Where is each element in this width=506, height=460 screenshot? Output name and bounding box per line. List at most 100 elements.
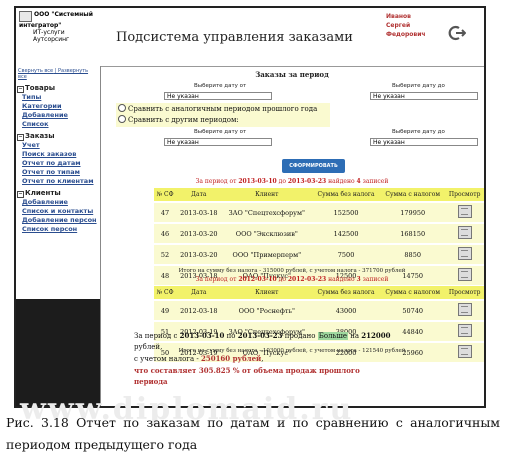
radio-other-period[interactable]: Сравнить с другим периодом: [118,115,239,124]
sidebar-item-client-list[interactable]: Список и контакты [16,207,100,216]
column-header: Клиент [221,286,313,300]
sidebar-item-report-by-dates[interactable]: Отчет по датам [16,159,100,168]
table-row: 47 2013-03-18 ЗАО "Спецтехсфорум" 152500 179… [154,201,484,223]
view-document-icon[interactable] [457,324,472,337]
table-row: 46 2013-03-20 ООО "Эксклюзив" 142500 168150 [154,222,484,244]
view-cell [445,222,484,244]
generate-report-button[interactable]: СФОРМИРОВАТЬ ОТЧЕТ [282,159,345,183]
date2-to-input[interactable]: Не указан [370,138,478,146]
table-cell: 142500 [312,222,381,244]
summary-line-3: что составляет 305.825 % от объема прода… [134,366,360,386]
sidebar-item-person-list[interactable]: Список персон [16,225,100,234]
table-cell: 43000 [312,299,381,321]
user-middle-name: Федорович [386,31,426,38]
date-from-label: Выберите дату от [194,83,247,89]
sidebar-item-categories[interactable]: Категории [16,102,100,111]
table-cell: 168150 [380,222,446,244]
company-brand: ООО "Системный интегратор" ИТ-услуги Аут… [19,11,115,43]
figure-caption: Рис. 3.18 Отчет по заказам по датам и по… [6,415,500,452]
sidebar-item-report-by-types[interactable]: Отчет по типам [16,168,100,177]
sidebar-group-clients[interactable]: − Клиенты [16,189,100,198]
compare-options: Сравнить с аналогичным периодом прошлого… [116,103,330,127]
company-tagline-2: Аутсорсинг [33,36,70,43]
view-cell [445,320,484,342]
view-document-icon[interactable] [457,247,472,260]
column-header: Сумма без налога [312,286,381,300]
view-document-icon[interactable] [457,226,472,239]
user-first-name: Сергей [386,22,411,29]
date-from-input[interactable]: Не указан [164,92,272,100]
radio-same-period[interactable]: Сравнить с аналогичным периодом прошлого… [118,104,317,113]
company-logo-icon [19,11,32,22]
period2-caption: За период от 2012-03-10 до 2012-03-23 на… [195,276,389,283]
table-cell: 50740 [380,299,446,321]
table-cell: 179950 [380,201,446,223]
table-row: 52 2013-03-20 ООО "Примерперм" 7500 8850 [154,243,484,265]
table-cell: 8850 [380,243,446,265]
table-cell: ЗАО "Спецтехсфорум" [221,201,313,223]
column-header: Сумма с налогом [380,188,446,202]
collapse-icon[interactable]: − [17,86,24,93]
table-cell: 47 [154,201,177,223]
table-row: 49 2012-03-18 ООО "Роснефть" 43000 50740 [154,299,484,321]
sidebar: Свернуть все | Развернуть все − Товары Ти… [16,66,101,406]
date2-to-label: Выберите дату до [392,129,445,135]
table-cell: ООО "Роснефть" [221,299,313,321]
table-cell: ООО "Эксклюзив" [221,222,313,244]
sidebar-group-orders[interactable]: − Заказы [16,132,100,141]
total-current: Итого на сумму без налога - 315000 рубле… [178,268,406,274]
date-to-label: Выберите дату до [392,83,445,89]
summary-highlight: Больше [317,332,348,340]
table-cell: 52 [154,243,177,265]
sidebar-item-order-search[interactable]: Поиск заказов [16,150,100,159]
sidebar-item-types[interactable]: Типы [16,93,100,102]
table-cell: 46 [154,222,177,244]
radio-circle[interactable] [118,104,126,112]
column-header: Дата [176,286,222,300]
table-cell: 2013-03-18 [176,201,222,223]
column-header: Дата [176,188,222,202]
summary-line-1: За период с 2013-03-10 по 2013-03-23 про… [134,331,391,351]
table-cell: 2013-03-20 [176,243,222,265]
column-header: Клиент [221,188,313,202]
period1-caption: За период от 2013-03-10 до 2013-03-23 на… [195,178,389,185]
column-header: Сумма без налога [312,188,381,202]
view-cell [445,299,484,321]
sidebar-item-accounting[interactable]: Учет [16,141,100,150]
table-cell: 2012-03-18 [176,299,222,321]
date-to-input[interactable]: Не указан [370,92,478,100]
column-header: Просмотр [445,188,484,202]
collapse-icon[interactable]: − [17,134,24,141]
column-header: № СФ [154,286,177,300]
app-header: ООО "Системный интегратор" ИТ-услуги Аут… [16,8,484,67]
table-cell: 7500 [312,243,381,265]
sidebar-item-add-product[interactable]: Добавление [16,111,100,120]
user-name: Иванов Сергей Федорович [386,12,426,39]
report-title: Заказы за период [255,70,329,79]
sidebar-item-report-by-clients[interactable]: Отчет по клиентам [16,177,100,186]
column-header: Сумма с налогом [380,286,446,300]
table-cell: 2013-03-20 [176,222,222,244]
date2-from-input[interactable]: Не указан [164,138,272,146]
view-document-icon[interactable] [457,303,472,316]
logout-icon[interactable] [448,24,466,42]
radio-circle[interactable] [118,115,126,123]
sidebar-group-products[interactable]: − Товары [16,84,100,93]
sidebar-item-add-person[interactable]: Добавление персон [16,216,100,225]
table-cell: 49 [154,299,177,321]
table-header-row: № СФ Дата Клиент Сумма без налога Сумма с на… [154,188,484,202]
sidebar-item-add-client[interactable]: Добавление [16,198,100,207]
collapse-icon[interactable]: − [17,191,24,198]
table-cell: ООО "Примерперм" [221,243,313,265]
sidebar-toggle-links: Свернуть все | Развернуть все [16,66,100,81]
table-header-row: № СФ Дата Клиент Сумма без налога Сумма с на… [154,286,484,300]
sidebar-item-product-list[interactable]: Список [16,120,100,129]
column-header: № СФ [154,188,177,202]
comparison-summary: За период с 2013-03-10 по 2013-03-23 про… [134,330,394,387]
view-cell [445,243,484,265]
date2-from-label: Выберите дату от [194,129,247,135]
view-document-icon[interactable] [457,205,472,218]
table-cell: 152500 [312,201,381,223]
app-window: ООО "Системный интегратор" ИТ-услуги Аут… [14,6,486,408]
app-title: Подсистема управления заказами [116,30,353,45]
